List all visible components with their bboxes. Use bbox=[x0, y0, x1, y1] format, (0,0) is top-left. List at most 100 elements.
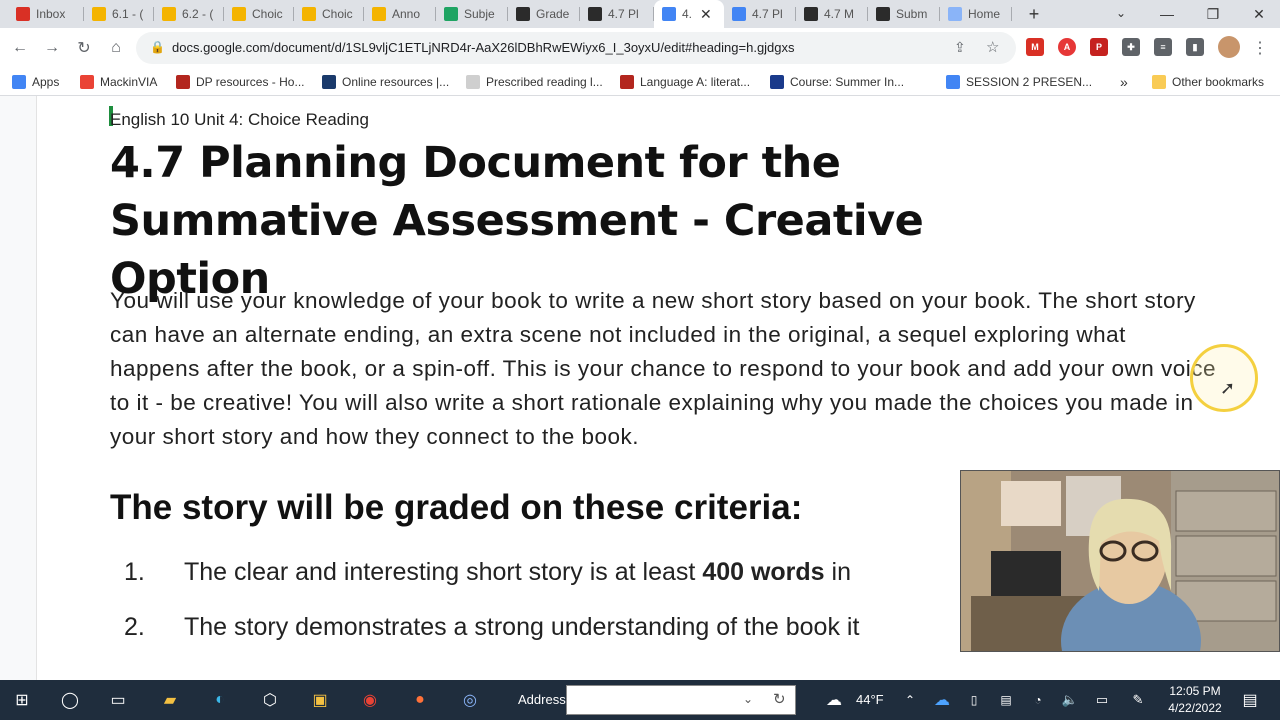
tab-item[interactable]: Choic bbox=[224, 0, 294, 28]
firefox-icon[interactable]: ● bbox=[408, 688, 432, 712]
pr-icon bbox=[620, 75, 634, 89]
side-panel-icon[interactable]: ▮ bbox=[1186, 38, 1204, 56]
screen-recorder-icon[interactable]: ◎ bbox=[458, 688, 482, 712]
pdf-ext-icon[interactable]: P bbox=[1090, 38, 1108, 56]
usb-icon[interactable]: ▯ bbox=[962, 688, 986, 712]
mouse-pointer-icon: ➚ bbox=[1220, 378, 1236, 398]
tab-item[interactable]: Subm bbox=[868, 0, 940, 28]
new-tab-button[interactable]: + bbox=[1024, 4, 1044, 24]
bookmark-label: Apps bbox=[32, 75, 60, 89]
profile-avatar[interactable] bbox=[1218, 36, 1240, 58]
lock-icon: 🔒 bbox=[150, 40, 165, 54]
pr-icon bbox=[176, 75, 190, 89]
tab-item[interactable]: 4.7 Pl bbox=[724, 0, 796, 28]
slides-icon bbox=[232, 7, 246, 21]
tab-item[interactable]: 4. ✕ bbox=[654, 0, 724, 28]
task-view-icon[interactable]: ▭ bbox=[106, 688, 130, 712]
minimize-button[interactable]: — bbox=[1144, 0, 1190, 28]
bookmark-item[interactable]: DP resources - Ho... bbox=[176, 73, 304, 91]
adblock-ext-icon[interactable]: A bbox=[1058, 38, 1076, 56]
taskbar-address-label: Address bbox=[518, 692, 566, 707]
criteria-bold-text: 400 words bbox=[702, 558, 825, 586]
forward-button[interactable]: → bbox=[40, 36, 64, 60]
address-refresh-icon[interactable]: ↻ bbox=[773, 690, 786, 708]
taskbar-clock[interactable]: 12:05 PM 4/22/2022 bbox=[1160, 683, 1230, 717]
restore-button[interactable]: ❐ bbox=[1190, 0, 1236, 28]
bookmark-item[interactable]: Prescribed reading l... bbox=[466, 73, 603, 91]
tab-label: 4. bbox=[682, 7, 693, 21]
criteria-item-2: 2. The story demonstrates a strong unders… bbox=[110, 613, 859, 642]
notifications-icon[interactable]: ▤ bbox=[1238, 688, 1262, 712]
onedrive-icon[interactable]: ☁ bbox=[930, 688, 954, 712]
tab-label: Subje bbox=[464, 7, 495, 21]
share-icon[interactable]: ⇪ bbox=[954, 39, 966, 56]
more-bookmarks-button[interactable]: » bbox=[1120, 73, 1128, 91]
tab-item[interactable]: Inbox bbox=[8, 0, 84, 28]
app-hex-icon[interactable]: ⬡ bbox=[258, 688, 282, 712]
tab-item[interactable]: 4.7 Pl bbox=[580, 0, 654, 28]
taskbar-address-input[interactable]: ⌄ ↻ bbox=[566, 685, 796, 715]
store-icon[interactable]: ▣ bbox=[308, 688, 332, 712]
back-button[interactable]: ← bbox=[8, 36, 32, 60]
pen-icon[interactable]: ✎ bbox=[1126, 688, 1150, 712]
tab-item[interactable]: Grade bbox=[508, 0, 580, 28]
tab-item[interactable]: Home bbox=[940, 0, 1012, 28]
start-button[interactable]: ⊞ bbox=[10, 688, 34, 712]
weather-cloud-icon[interactable]: ☁ bbox=[822, 688, 846, 712]
bookmark-item[interactable]: Apps bbox=[12, 73, 59, 91]
apps-grid-icon bbox=[12, 75, 26, 89]
slides-icon bbox=[92, 7, 106, 21]
tab-item[interactable]: 6.2 - ( bbox=[154, 0, 224, 28]
clock-date: 4/22/2022 bbox=[1168, 701, 1222, 715]
volume-icon[interactable]: 🔈 bbox=[1058, 688, 1082, 712]
windows-taskbar: ⊞ ◯ ▭ ▰ ◐ ⬡ ▣ ◉ ● ◎ Address ⌄ ↻ ☁ 44°F ⌃… bbox=[0, 680, 1280, 720]
tab-strip: Inbox 6.1 - (6.2 - (Choic Choic Anno Subje Gr… bbox=[0, 0, 1280, 28]
tab-label: 4.7 M bbox=[824, 7, 855, 21]
slides-icon bbox=[372, 7, 386, 21]
battery-icon[interactable]: ▭ bbox=[1090, 688, 1114, 712]
gmail-ext-icon[interactable]: M bbox=[1026, 38, 1044, 56]
extensions-puzzle-icon[interactable]: ✚ bbox=[1122, 38, 1140, 56]
tab-label: 6.2 - ( bbox=[182, 7, 214, 21]
schoology-icon bbox=[804, 7, 818, 21]
bookmark-item[interactable]: Online resources |... bbox=[322, 73, 449, 91]
circle-icon bbox=[948, 7, 962, 21]
reload-button[interactable]: ↻ bbox=[72, 36, 96, 60]
media-control-icon[interactable]: ≡ bbox=[1154, 38, 1172, 56]
bookmark-item[interactable]: MackinVIA bbox=[80, 73, 157, 91]
search-circle-icon[interactable]: ◯ bbox=[58, 688, 82, 712]
bookmark-label: SESSION 2 PRESEN... bbox=[966, 75, 1093, 89]
tray-app-icon[interactable]: ▤ bbox=[994, 688, 1018, 712]
bookmark-star-icon[interactable]: ☆ bbox=[986, 38, 999, 56]
tab-label: 4.7 Pl bbox=[752, 7, 783, 21]
close-window-button[interactable]: ✕ bbox=[1236, 0, 1280, 28]
other-bookmarks-folder[interactable]: Other bookmarks bbox=[1152, 73, 1264, 91]
tab-search-icon[interactable]: ⌄ bbox=[1112, 4, 1130, 22]
tab-item[interactable]: Subje bbox=[436, 0, 508, 28]
menu-kebab-icon[interactable]: ⋮ bbox=[1248, 36, 1272, 60]
tray-chevron-icon[interactable]: ⌃ bbox=[898, 688, 922, 712]
address-bar[interactable]: 🔒 docs.google.com/document/d/1SL9vljC1ET… bbox=[136, 32, 1016, 64]
address-dropdown-icon[interactable]: ⌄ bbox=[743, 692, 753, 706]
home-button[interactable]: ⌂ bbox=[104, 36, 128, 60]
close-tab-icon[interactable]: ✕ bbox=[700, 6, 712, 23]
weather-temperature[interactable]: 44°F bbox=[856, 692, 884, 707]
edge-icon[interactable]: ◐ bbox=[208, 688, 232, 712]
bookmark-item[interactable]: Course: Summer In... bbox=[770, 73, 904, 91]
wifi-icon[interactable]: ◔ bbox=[1026, 688, 1050, 712]
bookmark-item[interactable]: SESSION 2 PRESEN... bbox=[946, 73, 1092, 91]
clock-time: 12:05 PM bbox=[1169, 684, 1221, 698]
chrome-icon[interactable]: ◉ bbox=[358, 688, 382, 712]
bookmark-item[interactable]: Language A: literat... bbox=[620, 73, 750, 91]
tab-item[interactable]: 6.1 - ( bbox=[84, 0, 154, 28]
webcam-scene bbox=[961, 471, 1279, 651]
tab-item[interactable]: Choic bbox=[294, 0, 364, 28]
tab-label: Subm bbox=[896, 7, 928, 21]
slides-icon bbox=[162, 7, 176, 21]
criteria-number: 1. bbox=[124, 558, 145, 586]
tab-item[interactable]: 4.7 M bbox=[796, 0, 868, 28]
tab-item[interactable]: Anno bbox=[364, 0, 436, 28]
bookmark-label: Language A: literat... bbox=[640, 75, 751, 89]
file-explorer-icon[interactable]: ▰ bbox=[158, 688, 182, 712]
criteria-heading: The story will be graded on these criter… bbox=[110, 488, 803, 527]
